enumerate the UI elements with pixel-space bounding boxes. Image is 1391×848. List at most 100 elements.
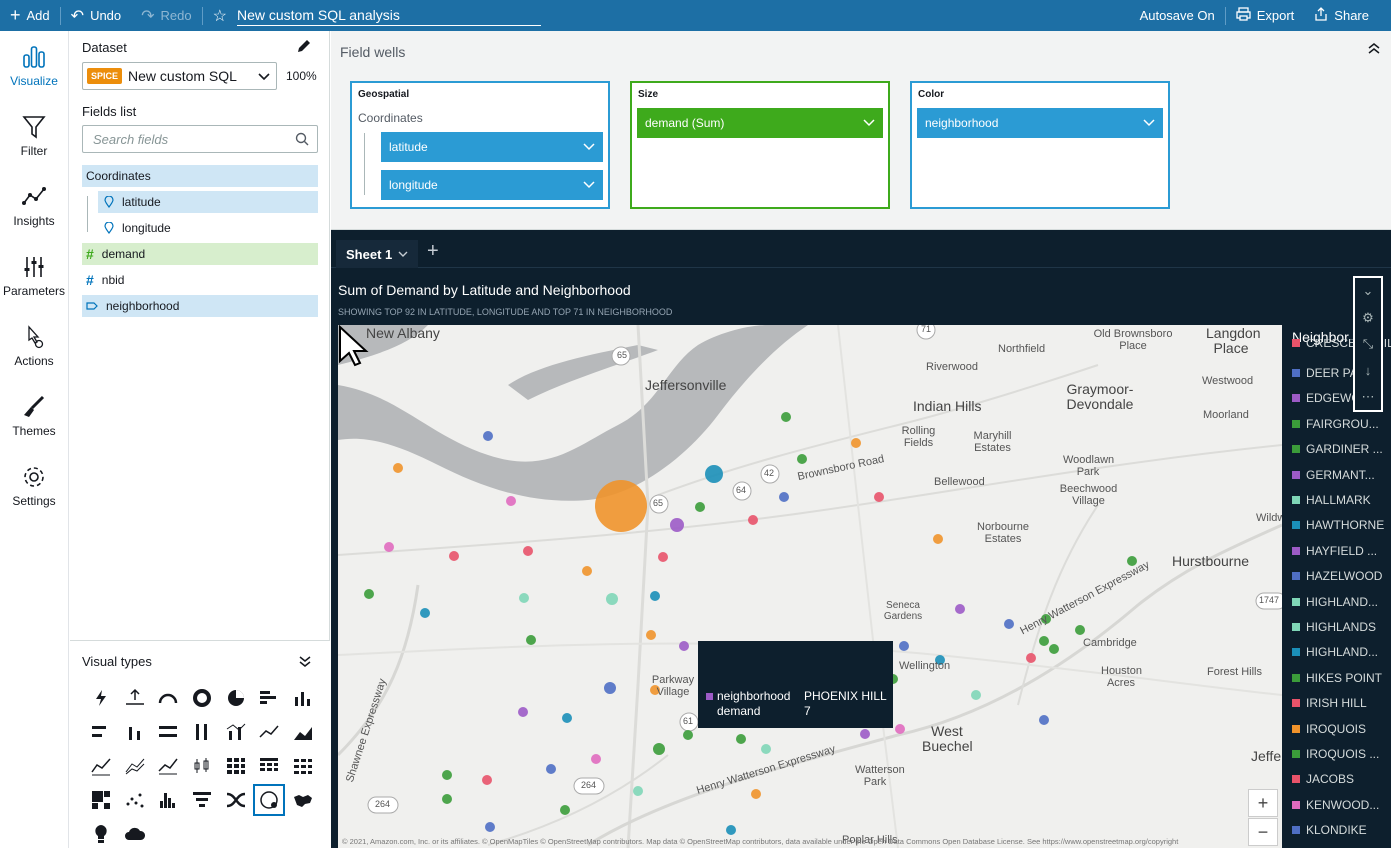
histogram-visual-icon[interactable] — [151, 783, 185, 817]
map-point[interactable] — [726, 825, 736, 835]
neighborhood-pill[interactable]: neighborhood — [917, 108, 1163, 138]
map-point[interactable] — [633, 786, 643, 796]
line-bar-visual-icon[interactable] — [84, 749, 118, 783]
legend-item[interactable]: IROQUOIS ... — [1292, 744, 1379, 764]
vertical-bar-visual-icon[interactable] — [286, 681, 320, 715]
combo-visual-icon[interactable] — [219, 715, 253, 749]
map-point[interactable] — [506, 496, 516, 506]
stacked-bar-visual-icon[interactable] — [84, 715, 118, 749]
point-map-visual-icon[interactable] — [252, 783, 286, 817]
autograph-visual-icon[interactable] — [84, 681, 118, 715]
map-point[interactable] — [595, 480, 647, 532]
pie-visual-icon[interactable] — [219, 681, 253, 715]
map-point[interactable] — [560, 805, 570, 815]
map-point[interactable] — [384, 542, 394, 552]
map-point[interactable] — [695, 502, 705, 512]
legend-item[interactable]: GARDINER ... — [1292, 439, 1383, 459]
stacked-area-visual-icon[interactable] — [151, 749, 185, 783]
legend-item[interactable]: DEER PA — [1292, 363, 1358, 383]
map-point[interactable] — [971, 690, 981, 700]
double-chevron-down-icon[interactable] — [298, 655, 312, 667]
rail-filter[interactable]: Filter — [0, 101, 68, 171]
word-cloud-visual-icon[interactable] — [118, 817, 152, 848]
boxplot-visual-icon[interactable] — [185, 749, 219, 783]
line-visual-icon[interactable] — [252, 715, 286, 749]
dataset-select[interactable]: SPICE New custom SQL — [82, 62, 277, 90]
map-point[interactable] — [874, 492, 884, 502]
donut-visual-icon[interactable] — [185, 681, 219, 715]
legend-item[interactable]: KLONDIKE — [1292, 820, 1367, 840]
map-point[interactable] — [1026, 653, 1036, 663]
rail-visualize[interactable]: Visualize — [0, 31, 68, 101]
map-point[interactable] — [670, 518, 684, 532]
percent-column-visual-icon[interactable] — [185, 715, 219, 749]
demand-sum-pill[interactable]: demand (Sum) — [637, 108, 883, 138]
map-point[interactable] — [895, 724, 905, 734]
multi-line-visual-icon[interactable] — [118, 749, 152, 783]
map-point[interactable] — [518, 707, 528, 717]
map-point[interactable] — [781, 412, 791, 422]
map-point[interactable] — [364, 589, 374, 599]
pencil-icon[interactable] — [296, 38, 312, 54]
filled-map-visual-icon[interactable] — [286, 783, 320, 817]
treemap-visual-icon[interactable] — [84, 783, 118, 817]
map-point[interactable] — [420, 608, 430, 618]
legend-item[interactable]: GERMANT... — [1292, 465, 1375, 485]
search-fields-input[interactable]: Search fields — [82, 125, 318, 153]
map-point[interactable] — [482, 775, 492, 785]
heatmap-visual-icon[interactable] — [219, 749, 253, 783]
stacked-column-visual-icon[interactable] — [118, 715, 152, 749]
insight-visual-icon[interactable] — [84, 817, 118, 848]
map-point[interactable] — [679, 641, 689, 651]
legend-item[interactable]: HIGHLANDS — [1292, 617, 1376, 637]
map-point[interactable] — [736, 734, 746, 744]
kpi-visual-icon[interactable] — [118, 681, 152, 715]
legend-item[interactable]: HIGHLAND... — [1292, 642, 1378, 662]
geospatial-well[interactable]: Geospatial Coordinates latitude longitud… — [350, 81, 610, 209]
map-point[interactable] — [955, 604, 965, 614]
map-point[interactable] — [1039, 715, 1049, 725]
autosave-toggle[interactable]: Autosave On — [1130, 0, 1225, 31]
scatter-visual-icon[interactable] — [118, 783, 152, 817]
field-latitude[interactable]: latitude — [98, 191, 318, 213]
area-visual-icon[interactable] — [286, 715, 320, 749]
map-point[interactable] — [748, 515, 758, 525]
map-point[interactable] — [683, 730, 693, 740]
map-point[interactable] — [449, 551, 459, 561]
rail-themes[interactable]: Themes — [0, 381, 68, 451]
map-point[interactable] — [860, 729, 870, 739]
map-point[interactable] — [606, 593, 618, 605]
map-point[interactable] — [899, 641, 909, 651]
map-point[interactable] — [442, 770, 452, 780]
field-nbid[interactable]: # nbid — [82, 269, 318, 291]
tab-sheet-1[interactable]: Sheet 1 — [336, 238, 418, 268]
funnel-visual-icon[interactable] — [185, 783, 219, 817]
legend-item[interactable]: HALLMARK — [1292, 490, 1371, 510]
legend-item[interactable]: HIGHLAND... — [1292, 592, 1378, 612]
favorite-button[interactable]: ☆ — [203, 0, 231, 31]
map-point[interactable] — [591, 754, 601, 764]
size-well[interactable]: Size demand (Sum) — [630, 81, 890, 209]
map-point[interactable] — [1075, 625, 1085, 635]
download-icon[interactable]: ↓ — [1365, 363, 1372, 378]
percent-bar-visual-icon[interactable] — [151, 715, 185, 749]
map-point[interactable] — [546, 764, 556, 774]
legend-item[interactable]: IRISH HILL — [1292, 693, 1367, 713]
legend-item[interactable]: HAWTHORNE — [1292, 515, 1384, 535]
gauge-visual-icon[interactable] — [151, 681, 185, 715]
field-group-coordinates[interactable]: Coordinates — [82, 165, 318, 187]
rail-parameters[interactable]: Parameters — [0, 241, 68, 311]
rail-settings[interactable]: Settings — [0, 451, 68, 521]
map-point[interactable] — [393, 463, 403, 473]
map-point[interactable] — [1004, 619, 1014, 629]
pivot-table-visual-icon[interactable] — [252, 749, 286, 783]
legend-item[interactable]: JACOBS — [1292, 769, 1354, 789]
legend-item[interactable]: KENWOOD... — [1292, 795, 1379, 815]
map-point[interactable] — [650, 591, 660, 601]
map-point[interactable] — [646, 630, 656, 640]
zoom-in-button[interactable]: + — [1248, 789, 1278, 817]
redo-button[interactable]: ↷ Redo — [131, 0, 201, 31]
chevron-up-double-icon[interactable] — [1367, 43, 1381, 55]
map-point[interactable] — [562, 713, 572, 723]
rail-actions[interactable]: Actions — [0, 311, 68, 381]
